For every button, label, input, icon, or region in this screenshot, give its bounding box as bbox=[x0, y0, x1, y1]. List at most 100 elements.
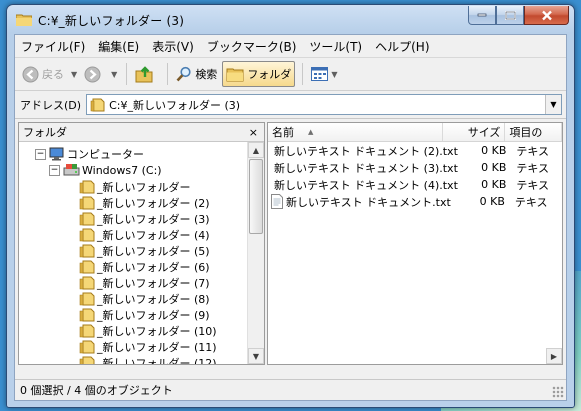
menu-edit[interactable]: 編集(E) bbox=[98, 38, 139, 55]
text-file-icon bbox=[271, 194, 283, 209]
address-input[interactable]: C:¥_新しいフォルダー (3) ▼ bbox=[86, 94, 562, 115]
tree-label: _新しいフォルダー (9) bbox=[97, 309, 210, 322]
status-text: 0 個選択 / 4 個のオブジェクト bbox=[20, 384, 173, 397]
tree-item-drive[interactable]: − Windows7 (C:) bbox=[49, 162, 162, 178]
tree-vertical-scrollbar[interactable]: ▲ ▼ bbox=[247, 142, 264, 364]
folders-label: フォルダ bbox=[247, 68, 292, 81]
tree-item-folder[interactable]: _新しいフォルダー (7) bbox=[79, 275, 210, 291]
address-value: C:¥_新しいフォルダー (3) bbox=[109, 98, 241, 112]
collapse-toggle-icon[interactable]: − bbox=[35, 148, 46, 160]
computer-icon bbox=[49, 147, 64, 161]
tree-item-folder[interactable]: _新しいフォルダー (9) bbox=[79, 307, 210, 323]
folder-tree-pane: フォルダ × − コンピューター − Windows7 (C:) _新しいフォル… bbox=[18, 122, 265, 365]
tree-item-folder[interactable]: _新しいフォルダー (12) bbox=[79, 355, 217, 364]
folder-icon bbox=[90, 98, 105, 111]
file-size: 0 KB bbox=[479, 195, 505, 208]
file-type: テキス bbox=[516, 144, 550, 158]
scroll-up-arrow-icon[interactable]: ▲ bbox=[248, 142, 264, 158]
up-folder-icon bbox=[135, 65, 153, 82]
column-headers: 名前 ▲ サイズ 項目の bbox=[268, 123, 562, 142]
tree-label: _新しいフォルダー (11) bbox=[97, 341, 217, 354]
folder-icon bbox=[79, 212, 95, 226]
file-name: 新しいテキスト ドキュメント (4).txt bbox=[274, 178, 458, 192]
tree-item-folder[interactable]: _新しいフォルダー (4) bbox=[79, 227, 210, 243]
toolbar-separator bbox=[167, 63, 169, 85]
file-list-pane: 名前 ▲ サイズ 項目の 新しいテキスト ドキュメント (2).txt 0 KB … bbox=[267, 122, 563, 365]
search-button[interactable]: 検索 bbox=[173, 62, 220, 86]
folder-pane-header: フォルダ × bbox=[19, 123, 264, 142]
file-name: 新しいテキスト ドキュメント (2).txt bbox=[274, 144, 458, 158]
column-header-type[interactable]: 項目の bbox=[505, 123, 562, 141]
close-button[interactable] bbox=[524, 6, 569, 25]
address-bar: アドレス(D) C:¥_新しいフォルダー (3) ▼ bbox=[15, 91, 566, 119]
column-name-label: 名前 bbox=[272, 126, 294, 139]
tree-label: _新しいフォルダー (8) bbox=[97, 293, 210, 306]
tree-item-folder[interactable]: _新しいフォルダー bbox=[79, 179, 191, 195]
back-label: 戻る bbox=[42, 68, 64, 81]
address-dropdown-button[interactable]: ▼ bbox=[545, 95, 561, 114]
file-row[interactable]: 新しいテキスト ドキュメント.txt 0 KB テキス bbox=[268, 193, 562, 210]
file-name: 新しいテキスト ドキュメント (3).txt bbox=[274, 161, 458, 175]
menu-bookmarks[interactable]: ブックマーク(B) bbox=[207, 38, 297, 55]
scroll-right-arrow-icon[interactable]: ▶ bbox=[546, 348, 562, 364]
file-row[interactable]: 新しいテキスト ドキュメント (2).txt 0 KB テキス bbox=[268, 142, 562, 159]
tree-label: _新しいフォルダー (3) bbox=[97, 213, 210, 226]
minimize-button[interactable] bbox=[468, 6, 496, 25]
window-client: ファイル(F) 編集(E) 表示(V) ブックマーク(B) ツール(T) ヘルプ… bbox=[14, 34, 567, 401]
toolbar-separator bbox=[302, 63, 304, 85]
file-row[interactable]: 新しいテキスト ドキュメント (4).txt 0 KB テキス bbox=[268, 176, 562, 193]
column-header-size[interactable]: サイズ bbox=[443, 123, 506, 141]
tree-label: _新しいフォルダー bbox=[97, 181, 191, 194]
menu-help[interactable]: ヘルプ(H) bbox=[375, 38, 429, 55]
resize-grip-icon[interactable] bbox=[552, 386, 564, 398]
tree-item-folder[interactable]: _新しいフォルダー (11) bbox=[79, 339, 217, 355]
tree-item-folder[interactable]: _新しいフォルダー (5) bbox=[79, 243, 210, 259]
tree-item-folder[interactable]: _新しいフォルダー (10) bbox=[79, 323, 217, 339]
up-folder-button[interactable] bbox=[132, 62, 160, 86]
menu-view[interactable]: 表示(V) bbox=[152, 38, 194, 55]
toolbar: 戻る ▼ ▼ 検索 フォルダ ▼ bbox=[15, 58, 566, 91]
views-dropdown-icon: ▼ bbox=[331, 69, 338, 79]
close-icon bbox=[541, 10, 552, 20]
tree-item-folder[interactable]: _新しいフォルダー (6) bbox=[79, 259, 210, 275]
status-bar: 0 個選択 / 4 個のオブジェクト bbox=[15, 379, 566, 400]
views-button[interactable]: ▼ bbox=[308, 62, 340, 86]
file-size: 0 KB bbox=[481, 144, 507, 157]
tree-item-folder[interactable]: _新しいフォルダー (3) bbox=[79, 211, 210, 227]
search-label: 検索 bbox=[195, 68, 218, 81]
file-row[interactable]: 新しいテキスト ドキュメント (3).txt 0 KB テキス bbox=[268, 159, 562, 176]
collapse-toggle-icon[interactable]: − bbox=[49, 164, 60, 176]
folder-icon bbox=[79, 276, 95, 290]
tree-item-folder[interactable]: _新しいフォルダー (8) bbox=[79, 291, 210, 307]
title-bar[interactable]: C:¥_新しいフォルダー (3) bbox=[7, 5, 574, 34]
scroll-thumb[interactable] bbox=[249, 159, 263, 234]
maximize-icon bbox=[504, 10, 516, 20]
scroll-down-arrow-icon[interactable]: ▼ bbox=[248, 348, 264, 364]
folder-pane-title: フォルダ bbox=[23, 126, 67, 139]
column-header-name[interactable]: 名前 ▲ bbox=[268, 123, 443, 141]
back-history-dropdown-icon[interactable]: ▼ bbox=[71, 70, 77, 79]
file-type: テキス bbox=[516, 178, 550, 192]
menu-file[interactable]: ファイル(F) bbox=[21, 38, 85, 55]
tree-item-folder[interactable]: _新しいフォルダー (2) bbox=[79, 195, 210, 211]
explorer-window: C:¥_新しいフォルダー (3) ファイル(F) 編集(E) 表示(V) ブック… bbox=[6, 4, 575, 408]
file-type: テキス bbox=[516, 161, 550, 175]
menu-tools[interactable]: ツール(T) bbox=[309, 38, 362, 55]
tree-item-computer[interactable]: − コンピューター bbox=[35, 146, 144, 162]
menu-bar: ファイル(F) 編集(E) 表示(V) ブックマーク(B) ツール(T) ヘルプ… bbox=[15, 35, 566, 58]
file-name: 新しいテキスト ドキュメント.txt bbox=[286, 195, 451, 209]
folder-pane-close-button[interactable]: × bbox=[249, 126, 258, 139]
folders-button[interactable]: フォルダ bbox=[222, 61, 296, 87]
file-size: 0 KB bbox=[481, 161, 507, 174]
back-button[interactable]: 戻る bbox=[19, 62, 67, 86]
forward-history-dropdown-icon[interactable]: ▼ bbox=[111, 70, 117, 79]
tree-label: _新しいフォルダー (7) bbox=[97, 277, 210, 290]
toolbar-separator bbox=[126, 63, 128, 85]
forward-button[interactable] bbox=[81, 62, 107, 86]
folder-icon bbox=[79, 180, 95, 194]
tree-label: _新しいフォルダー (2) bbox=[97, 197, 210, 210]
file-size: 0 KB bbox=[481, 178, 507, 191]
folder-icon bbox=[79, 228, 95, 242]
maximize-button[interactable] bbox=[496, 6, 524, 25]
caption-buttons bbox=[468, 6, 569, 25]
